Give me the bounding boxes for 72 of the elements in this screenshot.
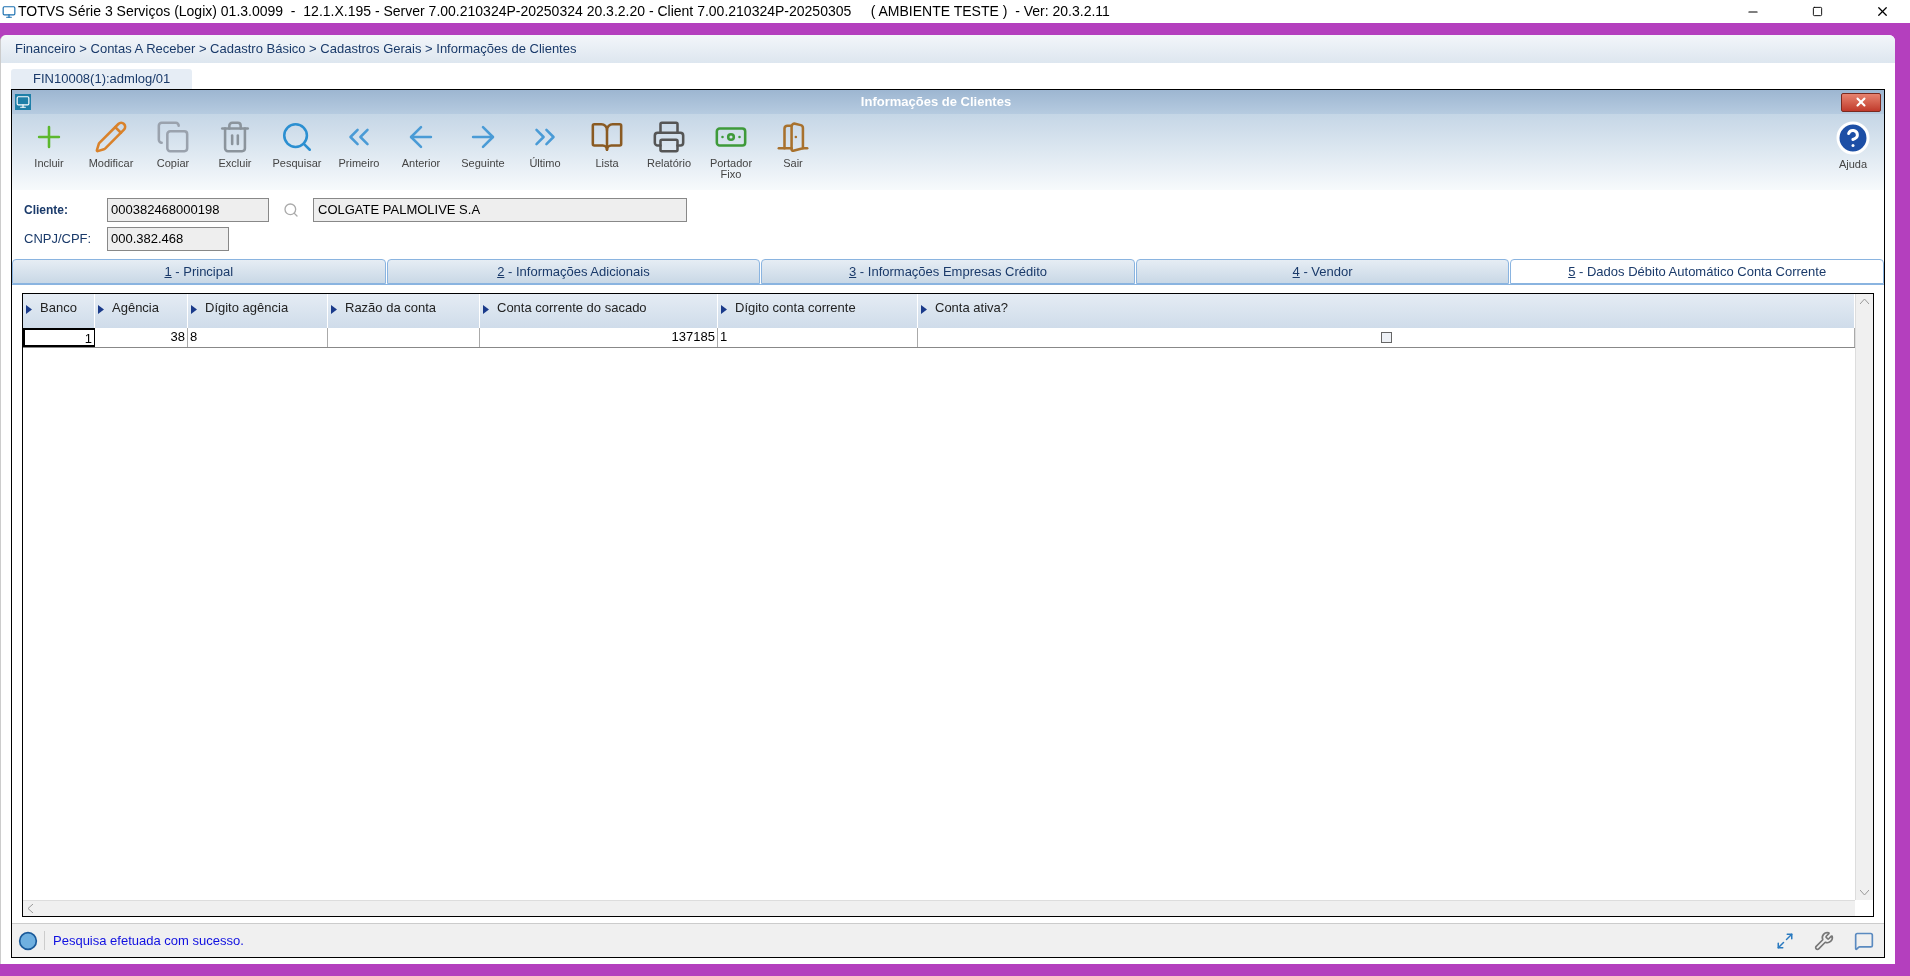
- scroll-down-icon[interactable]: [1860, 890, 1869, 896]
- help-icon: [1835, 120, 1871, 156]
- form-icon: [15, 94, 31, 110]
- toolbar-button[interactable]: Portador Fixo: [700, 120, 762, 180]
- status-icon: [18, 930, 38, 951]
- table-cell: 8: [188, 328, 328, 347]
- scroll-up-icon[interactable]: [1860, 298, 1869, 304]
- search-icon[interactable]: [283, 202, 299, 218]
- column-header[interactable]: Dígito conta corrente: [718, 294, 918, 328]
- chat-icon[interactable]: [1854, 930, 1874, 951]
- toolbar-button[interactable]: Incluir: [18, 120, 80, 169]
- column-header[interactable]: Razão da conta: [328, 294, 480, 328]
- tab[interactable]: 4 - Vendor: [1135, 259, 1510, 284]
- toolbar-button[interactable]: Sair: [762, 120, 824, 169]
- tab[interactable]: 3 - Informações Empresas Crédito: [761, 259, 1135, 284]
- toolbar-button[interactable]: Anterior: [390, 120, 452, 169]
- toolbar-button[interactable]: Excluir: [204, 120, 266, 169]
- book-icon: [590, 120, 624, 154]
- close-button[interactable]: [1841, 92, 1881, 112]
- status-message: Pesquisa efetuada com sucesso.: [44, 930, 1766, 951]
- column-marker-icon: [98, 305, 104, 314]
- door-icon: [776, 120, 810, 154]
- client-code-field[interactable]: 000382468000198: [107, 198, 269, 222]
- toolbar-button[interactable]: Copiar: [142, 120, 204, 169]
- field-label: Cliente:: [24, 202, 69, 219]
- trash-icon: [218, 120, 252, 154]
- tab[interactable]: 1 - Principal: [12, 259, 386, 284]
- column-marker-icon: [921, 305, 927, 314]
- pencil-icon: [94, 120, 128, 154]
- column-header[interactable]: Conta corrente do sacado: [480, 294, 718, 328]
- program-tab[interactable]: FIN10008(1):admlog/01: [11, 69, 193, 89]
- restore-icon[interactable]: [1812, 6, 1823, 17]
- table-cell: 1: [23, 328, 95, 347]
- column-marker-icon: [191, 305, 197, 314]
- toolbar-button[interactable]: Último: [514, 120, 576, 169]
- app-icon: [2, 4, 16, 19]
- horizontal-scrollbar[interactable]: [23, 900, 1855, 916]
- breadcrumb[interactable]: Financeiro > Contas A Receber > Cadastro Básico > Cadastros Gerais > Informações de Clientes: [15, 39, 577, 59]
- toolbar-button[interactable]: Primeiro: [328, 120, 390, 169]
- toolbar-button[interactable]: Seguinte: [452, 120, 514, 169]
- toolbar-button[interactable]: Lista: [576, 120, 638, 169]
- printer-icon: [652, 120, 686, 154]
- form-title: Informações de Clientes: [859, 93, 1013, 112]
- scroll-left-icon[interactable]: [27, 904, 33, 913]
- column-marker-icon: [26, 305, 32, 314]
- tab[interactable]: 2 - Informações Adicionais: [386, 259, 761, 284]
- resize-icon[interactable]: [1776, 931, 1794, 950]
- copy-icon: [156, 120, 190, 154]
- table-cell: 1: [718, 328, 918, 347]
- window-title: TOTVS Série 3 Serviços (Logix) 01.3.0099 - 12.1.X.195 - Server 7.00.210324P-20250324 20.3.2.20 - Client 7.00.210324P-20250305 ( AMBIENTE TESTE ) - Ver: 20.3.2.11: [18, 2, 1110, 21]
- checkbox[interactable]: [1380, 332, 1392, 343]
- column-header[interactable]: Agência: [95, 294, 188, 328]
- column-header[interactable]: Dígito agência: [188, 294, 328, 328]
- table-cell: 38: [95, 328, 188, 347]
- tab[interactable]: 5 - Dados Débito Automático Conta Corrente: [1510, 259, 1884, 284]
- column-marker-icon: [721, 305, 727, 314]
- cnpj-field[interactable]: 000.382.468: [107, 227, 229, 251]
- search-icon: [280, 120, 314, 154]
- close-icon[interactable]: [1875, 4, 1890, 19]
- vertical-scrollbar[interactable]: [1855, 294, 1873, 900]
- client-name-field[interactable]: COLGATE PALMOLIVE S.A: [313, 198, 687, 222]
- close-icon: [1854, 95, 1868, 109]
- wrench-icon[interactable]: [1814, 930, 1834, 951]
- column-marker-icon: [483, 305, 489, 314]
- toolbar-button[interactable]: Relatório: [638, 120, 700, 169]
- column-header[interactable]: Banco: [23, 294, 95, 328]
- toolbar-button[interactable]: Modificar: [80, 120, 142, 169]
- column-marker-icon: [331, 305, 337, 314]
- help-button[interactable]: Ajuda: [1828, 120, 1878, 170]
- field-label: CNPJ/CPF:: [24, 230, 93, 249]
- toolbar-button[interactable]: Pesquisar: [266, 120, 328, 169]
- table-cell: 137185: [480, 328, 718, 347]
